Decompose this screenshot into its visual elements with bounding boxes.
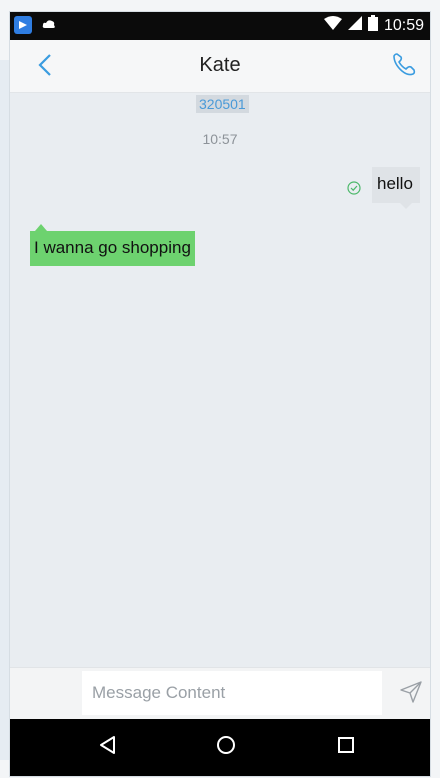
cloud-icon: [42, 16, 56, 34]
send-button[interactable]: [396, 679, 426, 709]
nav-home-button[interactable]: [212, 733, 240, 761]
sender-id: 320501: [196, 95, 249, 113]
status-bar: 10:59: [10, 12, 430, 40]
message-input[interactable]: [82, 671, 382, 715]
phone-screen: 10:59 Kate 320501 10:57 hello I wanna go…: [10, 12, 430, 776]
message-composer: [10, 667, 430, 720]
nav-recents-icon: [335, 734, 357, 761]
navigation-bar: [10, 719, 430, 776]
outgoing-message[interactable]: hello: [372, 167, 420, 209]
status-right: 10:59: [323, 15, 424, 36]
contact-name: Kate: [199, 54, 241, 76]
chat-header: Kate: [10, 40, 430, 93]
nav-recents-button[interactable]: [332, 733, 360, 761]
delivered-check-icon: [347, 181, 361, 195]
message-timestamp: 10:57: [202, 131, 238, 147]
nav-back-icon: [97, 734, 119, 761]
status-left: [14, 16, 56, 34]
send-icon: [399, 680, 423, 709]
nav-back-button[interactable]: [94, 733, 122, 761]
nav-home-icon: [215, 734, 237, 761]
phone-icon: [391, 51, 417, 82]
message-list[interactable]: 320501 10:57 hello I wanna go shopping: [10, 93, 430, 677]
wifi-icon: [323, 16, 342, 35]
screenshot-frame: 10:59 Kate 320501 10:57 hello I wanna go…: [0, 0, 440, 778]
battery-icon: [367, 15, 378, 36]
call-button[interactable]: [388, 50, 420, 82]
signal-icon: [347, 16, 362, 35]
incoming-message[interactable]: I wanna go shopping: [30, 224, 195, 266]
app-notification-icon: [14, 16, 32, 34]
status-time: 10:59: [383, 16, 424, 34]
